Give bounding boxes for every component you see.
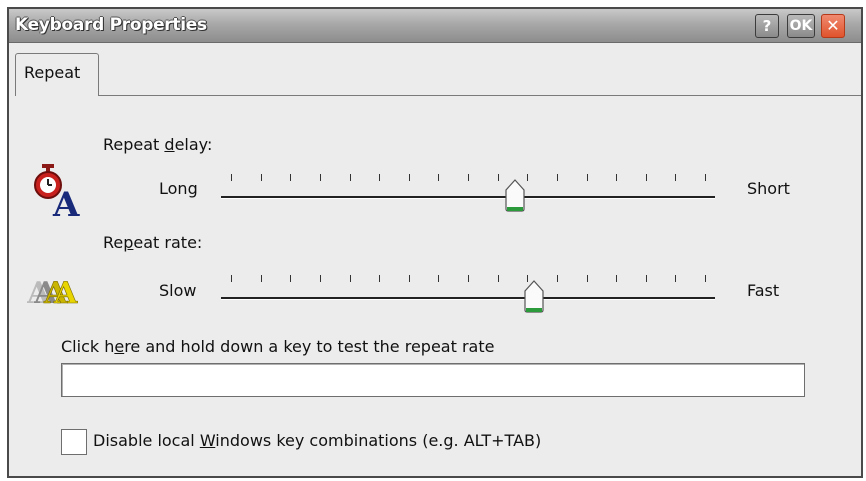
repeat-rate-slider[interactable]	[221, 275, 715, 315]
slider-tick	[319, 174, 321, 181]
slider-tick	[438, 174, 440, 181]
slider-tick	[616, 174, 618, 181]
slider-tick	[675, 174, 677, 181]
slider-tick	[705, 275, 706, 282]
tab-strip: Repeat	[9, 43, 861, 96]
slider-tick	[675, 275, 677, 282]
slider-tick	[645, 275, 647, 282]
slider-tick	[379, 174, 381, 181]
slider-tick	[616, 275, 618, 282]
slider-thumb[interactable]	[505, 179, 525, 213]
delay-long-label: Long	[159, 179, 198, 198]
help-button[interactable]: ?	[755, 14, 779, 38]
slider-tick	[349, 174, 351, 181]
slider-tick	[408, 275, 410, 282]
slider-tick	[260, 275, 262, 282]
tab-repeat[interactable]: Repeat	[15, 53, 99, 96]
disable-windows-keys-checkbox[interactable]	[61, 429, 87, 455]
slider-tick	[497, 174, 499, 181]
slider-tick	[349, 275, 351, 282]
rate-fast-label: Fast	[747, 281, 780, 300]
close-button[interactable]: ✕	[821, 14, 845, 38]
slider-tick	[379, 275, 381, 282]
slider-tick	[556, 275, 558, 282]
title-bar[interactable]: Keyboard Properties ? OK ✕	[9, 9, 861, 43]
slider-tick	[231, 174, 232, 181]
slider-tick	[586, 275, 588, 282]
slider-tick	[468, 275, 469, 282]
slider-tick	[319, 275, 321, 282]
window-title: Keyboard Properties	[15, 15, 207, 35]
svg-text:A: A	[53, 276, 78, 307]
slider-track	[221, 196, 715, 199]
test-field-label: Click here and hold down a key to test t…	[61, 337, 495, 356]
slider-tick	[645, 174, 647, 181]
slider-thumb[interactable]	[524, 280, 544, 314]
slider-tick	[231, 275, 232, 282]
disable-windows-keys-label[interactable]: Disable local Windows key combinations (…	[93, 431, 541, 450]
repeat-delay-slider[interactable]	[221, 174, 715, 214]
repeat-test-input[interactable]	[61, 363, 805, 397]
slider-tick	[408, 174, 410, 181]
slider-tick	[438, 275, 440, 282]
ok-button[interactable]: OK	[787, 14, 815, 38]
repeat-delay-label: Repeat delay:	[103, 135, 213, 154]
tab-divider	[99, 95, 861, 96]
slider-tick	[705, 174, 706, 181]
slider-tick	[527, 174, 529, 181]
slider-tick	[497, 275, 499, 282]
keyboard-properties-window: Keyboard Properties ? OK ✕ Repeat Repeat…	[7, 7, 863, 478]
slider-tick	[468, 174, 469, 181]
slider-tick	[586, 174, 588, 181]
rate-slow-label: Slow	[159, 281, 197, 300]
slider-tick	[556, 174, 558, 181]
slider-track	[221, 297, 715, 300]
repeat-rate-label: Repeat rate:	[103, 233, 203, 252]
delay-short-label: Short	[747, 179, 790, 198]
stopwatch-letter-a-icon: A	[34, 164, 80, 219]
slider-tick	[290, 275, 292, 282]
repeated-letter-a-icon: A A A A	[27, 276, 78, 307]
svg-text:A: A	[52, 185, 80, 219]
slider-tick	[290, 174, 292, 181]
slider-tick	[260, 174, 262, 181]
